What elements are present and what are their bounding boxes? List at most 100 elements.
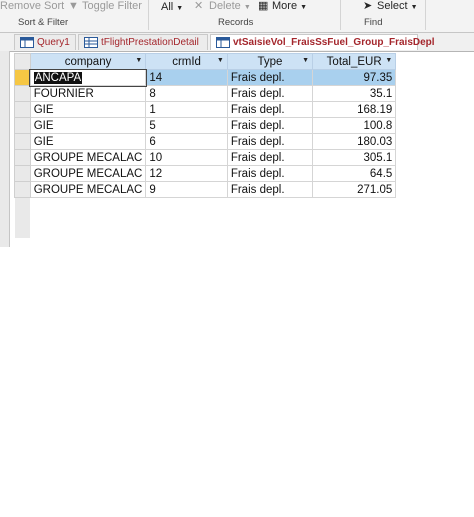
cell-type[interactable]: Frais depl. <box>226 69 314 86</box>
tab-query1[interactable]: Query1 <box>14 34 76 50</box>
cell-crmid[interactable]: 10 <box>145 149 228 166</box>
record-selector[interactable] <box>14 117 31 134</box>
cell-company[interactable]: GIE <box>29 101 147 118</box>
document-tabs: Query1 tFlightPrestationDetail vtSaisieV… <box>0 33 474 52</box>
empty-cell <box>312 197 396 238</box>
cell-type[interactable]: Frais depl. <box>226 101 314 118</box>
empty-area <box>396 102 474 118</box>
cell-crmid[interactable]: 6 <box>145 133 228 150</box>
cell-company[interactable]: GIE <box>29 133 147 150</box>
tab-label: vtSaisieVol_FraisSsFuel_Group_FraisDepl <box>233 37 435 48</box>
record-selector[interactable] <box>14 69 31 86</box>
find-group-label: Find <box>364 17 383 28</box>
cell-type[interactable]: Frais depl. <box>226 181 314 198</box>
table-row[interactable]: GIE 6 Frais depl. 180.03 <box>14 133 474 150</box>
navigation-pane-collapsed[interactable] <box>0 51 10 247</box>
delete-icon: ✕ <box>194 0 204 12</box>
cell-crmid[interactable]: 9 <box>145 181 228 198</box>
empty-cell <box>145 197 228 238</box>
cell-type[interactable]: Frais depl. <box>226 165 314 182</box>
chevron-down-icon: ▼ <box>410 4 418 11</box>
table-row[interactable]: GIE 1 Frais depl. 168.19 <box>14 101 474 118</box>
record-selector[interactable] <box>14 165 31 182</box>
cell-total-eur[interactable]: 100.8 <box>312 117 397 134</box>
chevron-down-icon: ▼ <box>176 5 184 12</box>
more-icon: ▦ <box>258 0 269 12</box>
cell-crmid[interactable]: 12 <box>145 165 228 182</box>
remove-sort-button[interactable]: Remove Sort <box>0 0 64 12</box>
column-header-label: Total_EUR <box>326 55 382 68</box>
cell-type[interactable]: Frais depl. <box>226 85 314 102</box>
cell-type[interactable]: Frais depl. <box>226 149 314 166</box>
empty-cell <box>30 197 146 238</box>
cell-total-eur[interactable]: 180.03 <box>312 133 397 150</box>
cell-type[interactable]: Frais depl. <box>226 117 314 134</box>
table-row[interactable]: GIE 5 Frais depl. 100.8 <box>14 117 474 134</box>
cell-crmid[interactable]: 5 <box>145 117 228 134</box>
cell-total-eur[interactable]: 97.35 <box>312 69 397 86</box>
column-header-crmid[interactable]: crmId ▼ <box>145 53 228 70</box>
empty-area <box>396 166 474 182</box>
table-row[interactable]: GROUPE MECALAC 9 Frais depl. 271.05 <box>14 181 474 198</box>
cell-company[interactable]: GROUPE MECALAC <box>29 149 147 166</box>
cell-total-eur[interactable]: 64.5 <box>312 165 397 182</box>
empty-area <box>396 118 474 134</box>
tab-vtsaisievol-frais[interactable]: vtSaisieVol_FraisSsFuel_Group_FraisDepl <box>210 34 435 50</box>
column-header-type[interactable]: Type ▼ <box>226 53 314 70</box>
record-selector[interactable] <box>14 85 31 102</box>
dropdown-arrow-icon[interactable]: ▼ <box>302 57 309 64</box>
column-header-company[interactable]: company ▼ <box>29 53 147 70</box>
empty-cell <box>227 197 313 238</box>
empty-area <box>395 69 474 86</box>
record-selector[interactable] <box>14 181 31 198</box>
column-header-label: Type <box>257 55 283 68</box>
cell-company[interactable]: GROUPE MECALAC <box>29 181 147 198</box>
delete-button[interactable]: Delete ▼ <box>209 0 251 14</box>
add-column-area <box>395 53 474 70</box>
select-all-corner[interactable] <box>14 53 31 70</box>
refresh-all-label: All <box>161 1 174 13</box>
column-header-label: company <box>64 55 112 68</box>
cell-text-selected: ANCAPA <box>33 71 83 84</box>
toggle-filter-button[interactable]: Toggle Filter <box>82 0 142 12</box>
cell-type[interactable]: Frais depl. <box>226 133 314 150</box>
query-icon <box>216 37 230 48</box>
table-icon <box>84 37 98 48</box>
tab-tflightprestationdetail[interactable]: tFlightPrestationDetail <box>78 34 208 50</box>
table-row[interactable]: GROUPE MECALAC 12 Frais depl. 64.5 <box>14 165 474 182</box>
empty-grid-area <box>14 197 474 238</box>
table-row[interactable]: GROUPE MECALAC 10 Frais depl. 305.1 <box>14 149 474 166</box>
empty-cell <box>395 197 474 238</box>
select-button[interactable]: Select ▼ <box>377 0 418 14</box>
table-row[interactable]: FOURNIER 8 Frais depl. 35.1 <box>14 85 474 102</box>
dropdown-arrow-icon[interactable]: ▼ <box>385 57 392 64</box>
ribbon-separator <box>340 0 341 30</box>
cell-total-eur[interactable]: 168.19 <box>312 101 397 118</box>
record-selector[interactable] <box>14 149 31 166</box>
cell-total-eur[interactable]: 35.1 <box>312 85 397 102</box>
ribbon-separator <box>148 0 149 30</box>
dropdown-arrow-icon[interactable]: ▼ <box>135 57 142 64</box>
header-row: company ▼ crmId ▼ Type ▼ Total_EUR ▼ <box>14 53 474 70</box>
more-button[interactable]: More ▼ <box>272 0 307 14</box>
dropdown-arrow-icon[interactable]: ▼ <box>217 57 224 64</box>
cell-company[interactable]: GROUPE MECALAC <box>29 165 147 182</box>
column-header-total-eur[interactable]: Total_EUR ▼ <box>312 53 397 70</box>
cell-total-eur[interactable]: 305.1 <box>312 149 397 166</box>
table-row[interactable]: ANCAPA 14 Frais depl. 97.35 <box>14 68 474 87</box>
chevron-down-icon: ▼ <box>300 4 308 11</box>
cell-crmid[interactable]: 14 <box>145 69 228 86</box>
empty-area <box>396 150 474 166</box>
refresh-all-button[interactable]: All ▼ <box>161 1 183 15</box>
cell-total-eur[interactable]: 271.05 <box>312 181 397 198</box>
record-selector[interactable] <box>14 133 31 150</box>
record-selector[interactable] <box>14 101 31 118</box>
cell-crmid[interactable]: 8 <box>145 85 228 102</box>
cell-company[interactable]: ANCAPA <box>29 68 147 87</box>
cell-crmid[interactable]: 1 <box>145 101 228 118</box>
delete-label: Delete <box>209 0 241 12</box>
cell-company[interactable]: GIE <box>29 117 147 134</box>
cell-company[interactable]: FOURNIER <box>29 85 147 102</box>
more-label: More <box>272 0 298 12</box>
records-group-label: Records <box>218 17 254 28</box>
